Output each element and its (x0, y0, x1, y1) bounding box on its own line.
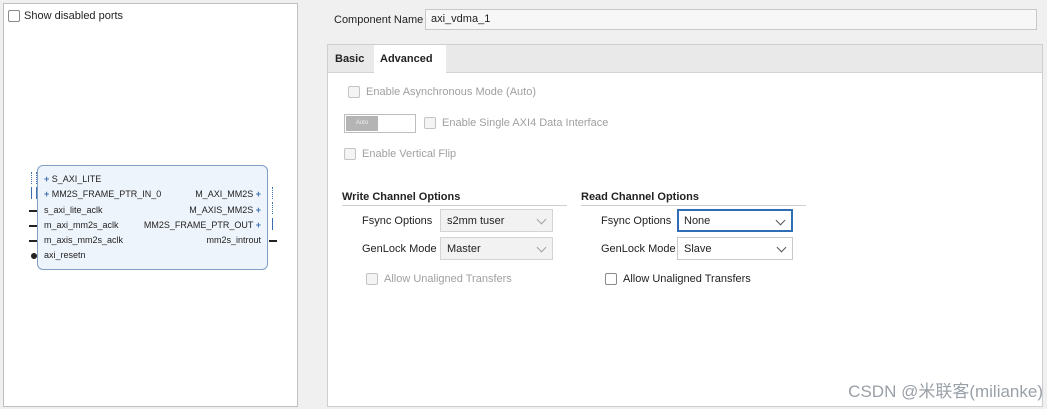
write-genlock-label: GenLock Mode (362, 243, 437, 255)
port-m-axi-mm2s[interactable]: M_AXI_MM2S + (195, 189, 261, 200)
vertical-flip-option: Enable Vertical Flip (344, 148, 456, 160)
async-mode-checkbox[interactable] (348, 86, 360, 98)
chevron-down-icon (775, 215, 786, 226)
watermark: CSDN @米联客(milianke) (848, 382, 1043, 401)
port-s-axi-lite-aclk[interactable]: s_axi_lite_aclk (44, 205, 103, 216)
chevron-down-icon (536, 214, 547, 225)
expand-plus-icon[interactable]: + (256, 189, 261, 199)
component-name-label: Component Name (334, 14, 424, 26)
port-axi-resetn[interactable]: axi_resetn (44, 250, 86, 261)
component-name-input[interactable]: axi_vdma_1 (425, 9, 1037, 30)
show-disabled-ports-label: Show disabled ports (24, 10, 124, 22)
port-mm2s-frame-ptr-out[interactable]: MM2S_FRAME_PTR_OUT + (144, 220, 261, 231)
async-mode-label: Enable Asynchronous Mode (Auto) (366, 86, 536, 98)
port-mm2s-introut[interactable]: mm2s_introut (206, 235, 261, 246)
async-mode-toggle[interactable]: Auto (344, 114, 416, 133)
write-fsync-select[interactable]: s2mm tuser (440, 209, 553, 232)
pin-icon (269, 240, 277, 242)
chevron-down-icon (536, 242, 547, 253)
single-axi4-option: Enable Single AXI4 Data Interface (424, 117, 608, 129)
read-genlock-select[interactable]: Slave (677, 237, 793, 260)
port-mm2s-frame-ptr-in[interactable]: + MM2S_FRAME_PTR_IN_0 (44, 189, 161, 200)
block-diagram-panel: Show disabled ports + S_AXI_LITE + MM2S_… (3, 3, 298, 407)
expand-plus-icon[interactable]: + (256, 205, 261, 215)
read-unaligned-label: Allow Unaligned Transfers (623, 273, 751, 285)
write-channel-divider (342, 205, 567, 206)
write-channel-title: Write Channel Options (342, 191, 461, 203)
show-disabled-ports-checkbox[interactable] (8, 10, 20, 22)
port-s-axi-lite[interactable]: + S_AXI_LITE (44, 174, 101, 185)
read-unaligned-option: Allow Unaligned Transfers (605, 273, 751, 285)
read-unaligned-checkbox[interactable] (605, 273, 617, 285)
vertical-flip-label: Enable Vertical Flip (362, 148, 457, 160)
single-axi4-checkbox[interactable] (424, 117, 436, 129)
vertical-flip-checkbox[interactable] (344, 148, 356, 160)
write-unaligned-option: Allow Unaligned Transfers (366, 273, 512, 285)
write-fsync-label: Fsync Options (362, 215, 433, 227)
single-axi4-label: Enable Single AXI4 Data Interface (442, 117, 609, 129)
pin-icon (29, 225, 37, 227)
tab-basic[interactable]: Basic (329, 45, 372, 73)
port-m-axi-mm2s-aclk[interactable]: m_axi_mm2s_aclk (44, 220, 119, 231)
read-channel-title: Read Channel Options (581, 191, 699, 203)
expand-plus-icon[interactable]: + (44, 174, 49, 184)
write-unaligned-label: Allow Unaligned Transfers (384, 273, 512, 285)
toggle-knob: Auto (346, 116, 378, 131)
pin-icon (29, 210, 37, 212)
tab-strip: Basic Advanced (328, 45, 1042, 74)
tab-advanced[interactable]: Advanced (374, 45, 446, 74)
axi-vdma-ip-block[interactable]: + S_AXI_LITE + MM2S_FRAME_PTR_IN_0 s_axi… (37, 165, 268, 270)
expand-plus-icon[interactable]: + (256, 220, 261, 230)
write-genlock-select[interactable]: Master (440, 237, 553, 260)
read-fsync-label: Fsync Options (601, 215, 672, 227)
chevron-down-icon (776, 242, 787, 253)
read-fsync-select[interactable]: None (677, 209, 793, 232)
read-channel-divider (581, 205, 806, 206)
write-unaligned-checkbox[interactable] (366, 273, 378, 285)
port-m-axis-mm2s-aclk[interactable]: m_axis_mm2s_aclk (44, 235, 123, 246)
read-genlock-label: GenLock Mode (601, 243, 676, 255)
async-mode-option: Enable Asynchronous Mode (Auto) (348, 86, 536, 98)
expand-plus-icon[interactable]: + (44, 189, 49, 199)
show-disabled-ports-toggle[interactable]: Show disabled ports (8, 10, 123, 22)
config-tab-panel: Basic Advanced Enable Asynchronous Mode … (327, 44, 1043, 407)
pin-icon (29, 240, 37, 242)
port-m-axis-mm2s[interactable]: M_AXIS_MM2S + (189, 205, 261, 216)
